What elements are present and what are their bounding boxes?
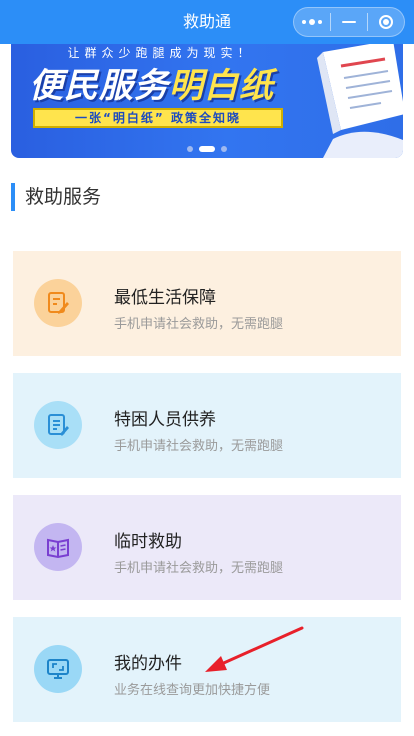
service-card-minimum-living[interactable]: 最低生活保障 手机申请社会救助，无需跑腿 xyxy=(13,251,401,356)
open-book-icon xyxy=(34,523,82,571)
monitor-icon xyxy=(34,645,82,693)
service-title: 特困人员供养 xyxy=(114,410,216,430)
banner-strip-text: 一张“明白纸” 政策全知晓 xyxy=(33,108,283,128)
pager-dot[interactable] xyxy=(221,146,227,152)
minimize-button[interactable] xyxy=(331,8,367,36)
section-title: 救助服务 xyxy=(11,183,101,211)
minus-icon xyxy=(342,21,356,23)
close-button[interactable] xyxy=(368,8,404,36)
document-pen-icon xyxy=(34,401,82,449)
target-circle-icon xyxy=(379,15,393,29)
more-button[interactable] xyxy=(294,8,330,36)
service-card-special-support[interactable]: 特困人员供养 手机申请社会救助，无需跑腿 xyxy=(13,373,401,478)
annotation-arrow-icon xyxy=(205,626,304,672)
service-subtitle: 手机申请社会救助，无需跑腿 xyxy=(114,439,284,454)
pager-dot-active[interactable] xyxy=(199,146,215,152)
carousel-pager xyxy=(11,146,403,152)
service-subtitle: 手机申请社会救助，无需跑腿 xyxy=(114,561,284,576)
mini-program-capsule xyxy=(293,7,405,37)
service-subtitle: 业务在线查询更加快捷方便 xyxy=(114,683,271,698)
banner-headline-part1: 便民服务 xyxy=(29,66,169,106)
banner-headline: 便民服务明白纸 xyxy=(29,58,274,107)
service-title: 最低生活保障 xyxy=(114,288,216,308)
banner-headline-part2: 明白纸 xyxy=(169,66,274,106)
top-navbar: 救助通 xyxy=(0,0,414,44)
pager-dot[interactable] xyxy=(187,146,193,152)
edit-document-icon xyxy=(34,279,82,327)
service-card-temporary-aid[interactable]: 临时救助 手机申请社会救助，无需跑腿 xyxy=(13,495,401,600)
service-subtitle: 手机申请社会救助，无需跑腿 xyxy=(114,317,284,332)
service-title: 我的办件 xyxy=(114,654,182,674)
paper-illustration xyxy=(317,44,403,158)
service-title: 临时救助 xyxy=(114,532,182,552)
more-dots-icon xyxy=(302,19,322,25)
banner-carousel[interactable]: 让群众少跑腿成为现实！ 便民服务明白纸 一张“明白纸” 政策全知晓 xyxy=(11,44,403,158)
